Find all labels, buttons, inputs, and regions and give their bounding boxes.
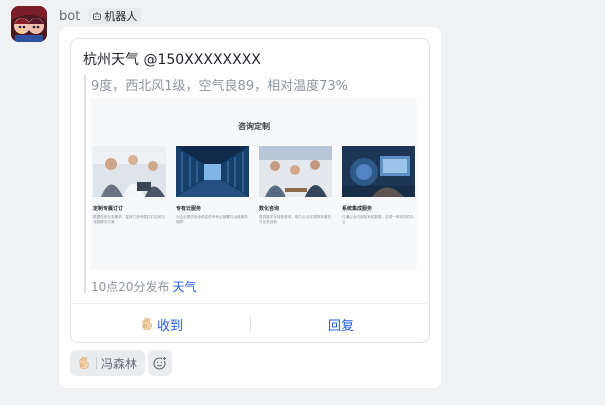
poster-item-text: 根据您的业务需求，量身打造专属钉钉应用与流程解决方案 [93,215,165,224]
avatar[interactable]: 2 [11,6,47,42]
robot-icon [93,12,102,20]
reaction-separator [96,357,97,369]
bot-tag: 机器人 [88,8,142,24]
system-integration-photo [342,146,415,197]
add-emoji-icon [153,355,168,370]
sender-line: bot 机器人 [59,7,142,25]
reaction-chip[interactable]: 冯森林 [70,350,146,376]
received-button-label: 收到 [156,318,183,334]
add-reaction-button[interactable] [148,350,172,376]
service-poster-image[interactable]: 咨询定制 定制专属订订 根据您的业务需求，量身打造专属钉钉应用与流程解决方案 专… [91,99,417,270]
publish-time: 10点20分发布 [91,280,170,294]
poster-title: 咨询定制 [238,122,270,131]
poster-item-title: 专有云服务 [176,206,202,212]
received-button[interactable]: 收到 [71,304,251,342]
poster-item: 系统集成服务 打通企业内部各系统数据，实现一体化协同办公 [342,146,415,225]
message-bubble: 杭州天气 @150XXXXXXXX 9度，西北风1级，空气良89，相对温度73%… [59,27,441,388]
card-title: 杭州天气 @150XXXXXXXX [83,52,261,68]
reply-button-label: 回复 [327,318,354,334]
poster-item-title: 系统集成服务 [342,206,373,212]
anime-avatar-icon: 2 [11,6,47,42]
consulting-team-photo [259,146,332,197]
poster-item-text: 打通企业内部各系统数据，实现一体化协同办公 [342,215,414,224]
poster-item: 专有云服务 为企业提供安全稳定的专有云部署与运维服务保障 [176,146,249,225]
bot-tag-label: 机器人 [104,10,138,23]
card-meta: 10点20分发布 天气 [91,278,197,295]
svg-text:2: 2 [18,27,23,35]
quote-bar [84,75,86,293]
poster-item-text: 为企业提供安全稳定的专有云部署与运维服务保障 [176,215,248,224]
reaction-user: 冯森林 [101,356,138,371]
sender-name[interactable]: bot [59,9,80,24]
ok-hand-icon [79,356,89,370]
poster-item-title: 数化咨询 [259,206,280,212]
weather-summary: 9度，西北风1级，空气良89，相对温度73% [91,79,348,94]
ok-hand-icon [142,317,152,331]
poster-item-title: 定制专属订订 [93,206,124,212]
weather-link[interactable]: 天气 [173,280,197,294]
business-meeting-photo [93,146,166,197]
poster-item: 数化咨询 提供数字化转型咨询，助力企业实现降本增效与业务创新 [259,146,332,225]
poster-item: 定制专属订订 根据您的业务需求，量身打造专属钉钉应用与流程解决方案 [93,146,166,225]
weather-card: 杭州天气 @150XXXXXXXX 9度，西北风1级，空气良89，相对温度73%… [70,38,430,343]
poster-item-text: 提供数字化转型咨询，助力企业实现降本增效与业务创新 [259,215,331,224]
server-room-photo [176,146,249,197]
reply-button[interactable]: 回复 [251,304,429,342]
